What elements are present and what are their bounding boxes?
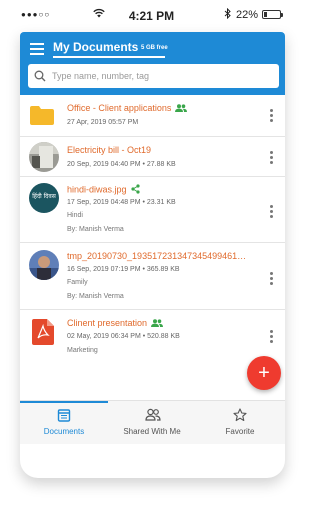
add-document-button[interactable]: + bbox=[247, 356, 281, 390]
tab-shared-with-me[interactable]: Shared With Me bbox=[108, 401, 196, 445]
image-thumbnail bbox=[29, 142, 59, 172]
tab-favorite[interactable]: Favorite bbox=[196, 401, 284, 445]
more-options-icon[interactable] bbox=[270, 151, 274, 166]
file-tag: Marketing bbox=[67, 347, 98, 354]
battery-level bbox=[264, 12, 267, 17]
active-tab-indicator bbox=[20, 401, 108, 403]
list-item[interactable]: Office - Client applications 27 Apr, 201… bbox=[20, 95, 285, 137]
file-name[interactable]: Electricity bill - Oct19 bbox=[67, 145, 151, 155]
more-options-icon[interactable] bbox=[270, 330, 274, 345]
file-tag: Hindi bbox=[67, 212, 83, 219]
folder-icon bbox=[29, 104, 59, 128]
bottom-navigation: Documents Shared With Me Favorite bbox=[20, 400, 285, 444]
shared-people-icon bbox=[175, 103, 188, 114]
thumbnail-text: हिंदी दिवस bbox=[32, 193, 56, 200]
search-input[interactable] bbox=[52, 64, 272, 88]
pdf-icon bbox=[32, 319, 54, 345]
search-bar[interactable] bbox=[28, 64, 279, 88]
list-item[interactable]: Electricity bill - Oct19 20 Sep, 2019 04… bbox=[20, 137, 285, 177]
app-bar: My Documents 5 GB free bbox=[20, 32, 285, 95]
more-options-icon[interactable] bbox=[270, 205, 274, 220]
more-options-icon[interactable] bbox=[270, 272, 274, 287]
tab-label: Favorite bbox=[225, 427, 255, 436]
battery-icon bbox=[262, 10, 283, 19]
file-name[interactable]: Office - Client applications bbox=[67, 103, 188, 114]
battery-percent: 22% bbox=[236, 9, 259, 21]
more-options-icon[interactable] bbox=[270, 109, 274, 124]
tab-documents[interactable]: Documents bbox=[20, 401, 108, 445]
hamburger-menu-icon[interactable] bbox=[30, 43, 44, 55]
bluetooth-icon bbox=[224, 7, 231, 22]
status-bar: ●●●○○ 4:21 PM 22% bbox=[0, 0, 303, 30]
star-icon bbox=[233, 408, 247, 427]
list-item[interactable]: tmp_20190730_193517231347345499461… 16 S… bbox=[20, 243, 285, 310]
documents-icon bbox=[57, 408, 71, 427]
share-icon bbox=[130, 184, 140, 196]
file-meta: 02 May, 2019 06:34 PM • 520.88 KB bbox=[67, 333, 180, 340]
file-meta: 27 Apr, 2019 05:57 PM bbox=[67, 119, 139, 126]
app-window: My Documents 5 GB free Office - Client a… bbox=[20, 32, 285, 478]
file-meta: 16 Sep, 2019 07:19 PM • 365.89 KB bbox=[67, 266, 180, 273]
title-underline bbox=[53, 56, 165, 58]
file-owner: By: Manish Verma bbox=[67, 226, 124, 233]
file-name[interactable]: hindi-diwas.jpg bbox=[67, 184, 140, 196]
list-item[interactable]: हिंदी दिवस hindi-diwas.jpg 17 Sep, 2019 … bbox=[20, 177, 285, 243]
file-name[interactable]: Clinent presentation bbox=[67, 318, 164, 329]
page-title: My Documents bbox=[53, 40, 139, 54]
storage-info: 5 GB free bbox=[141, 45, 168, 51]
file-meta: 20 Sep, 2019 04:40 PM • 27.88 KB bbox=[67, 161, 176, 168]
tab-label: Shared With Me bbox=[123, 427, 181, 436]
list-item[interactable]: Clinent presentation 02 May, 2019 06:34 … bbox=[20, 310, 285, 400]
file-owner: By: Manish Verma bbox=[67, 293, 124, 300]
file-tag: Family bbox=[67, 279, 88, 286]
image-thumbnail bbox=[29, 250, 59, 280]
shared-people-icon bbox=[151, 318, 164, 329]
file-name[interactable]: tmp_20190730_193517231347345499461… bbox=[67, 251, 246, 261]
tab-label: Documents bbox=[43, 427, 85, 436]
search-icon bbox=[34, 69, 46, 87]
image-thumbnail: हिंदी दिवस bbox=[29, 183, 59, 213]
file-meta: 17 Sep, 2019 04:48 PM • 23.31 KB bbox=[67, 199, 176, 206]
people-icon bbox=[145, 408, 161, 427]
